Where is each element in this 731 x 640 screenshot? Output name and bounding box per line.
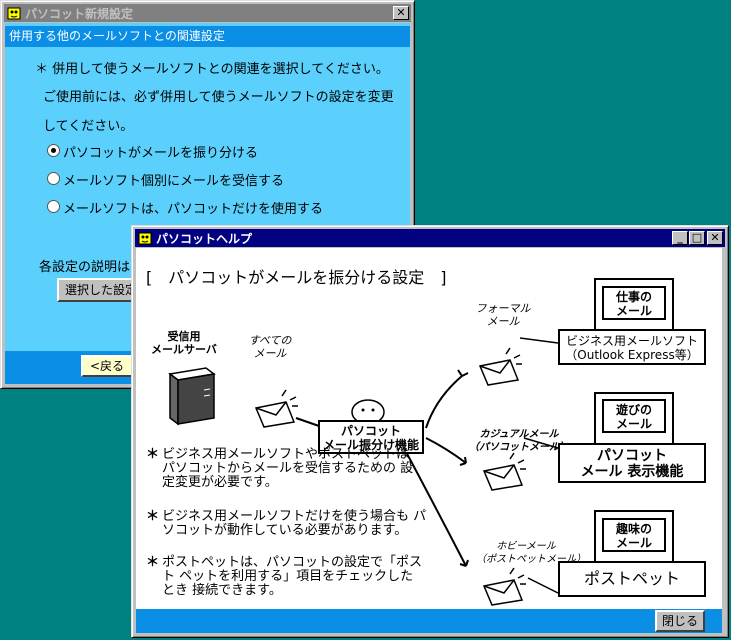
- envelope-icon: [254, 389, 298, 428]
- help-content: [ パソコットがメールを振分ける設定 ] 受信用 メールサーバ すべての メール…: [136, 248, 722, 633]
- business-mail-software-box: ビジネス用メールソフト （Outlook Express等）: [558, 329, 706, 365]
- postpet-box: ポストペット: [558, 561, 706, 597]
- work-mail-tag: 仕事の メール: [602, 286, 666, 320]
- instruction-line-1: ＊ 併用して使うメールソフトとの関連を選択してください。: [35, 62, 389, 77]
- all-mail-label: すべての メール: [248, 334, 292, 360]
- maximize-icon[interactable]: □: [689, 231, 705, 245]
- envelope-icon: [482, 452, 526, 491]
- radio-pasokot-only[interactable]: [47, 200, 60, 213]
- formal-mail-label: フォーマル メール: [475, 302, 531, 328]
- radio-individual-receive[interactable]: [47, 172, 60, 185]
- envelope-icon: [478, 347, 522, 386]
- note-1: ＊ ビジネス用メールソフトやポストペットは パソコットからメールを受信するための…: [146, 447, 414, 490]
- help-titlebar[interactable]: パソコットヘルプ _ □ ✕: [135, 229, 725, 247]
- hobby-mail-tag: 趣味の メール: [602, 518, 666, 552]
- minimize-icon[interactable]: _: [672, 231, 688, 245]
- mail-server-icon: [168, 367, 216, 426]
- instruction-line-3: してください。: [43, 119, 134, 134]
- settings-window-title: パソコット新規設定: [25, 6, 134, 21]
- option-label-3[interactable]: メールソフトは、パソコットだけを使用する: [63, 198, 323, 217]
- explain-text: 各設定の説明は、: [39, 260, 144, 275]
- play-mail-tag: 遊びの メール: [602, 399, 666, 433]
- back-button[interactable]: <戻る: [81, 355, 133, 377]
- envelope-icon: [482, 567, 526, 606]
- settings-titlebar[interactable]: パソコット新規設定 ✕: [4, 4, 411, 22]
- instruction-line-2: ご使用前には、必ず併用して使うメールソフトの設定を変更: [43, 90, 394, 105]
- note-3: ＊ ポストペットは、パソコットの設定で「ポスト ペットを利用する」項目をチェック…: [146, 555, 423, 598]
- settings-subheader: 併用する他のメールソフトとの関連設定: [5, 26, 410, 47]
- close-help-button[interactable]: 閉じる: [655, 610, 705, 632]
- radio-pasokot-sorts[interactable]: [47, 144, 60, 157]
- pasokot-display-box: パソコット メール 表示機能: [558, 443, 706, 483]
- server-label: 受信用 メールサーバ: [151, 330, 217, 356]
- pasokot-app-icon: [7, 7, 21, 20]
- option-label-2[interactable]: メールソフト個別にメールを受信する: [63, 170, 284, 189]
- close-icon[interactable]: ✕: [393, 6, 409, 20]
- help-window: パソコットヘルプ _ □ ✕ [ パソコットがメールを振分ける設定 ] 受信用 …: [131, 225, 729, 638]
- note-2: ＊ ビジネス用メールソフトだけを使う場合も パソコットが動作している必要がありま…: [146, 509, 427, 538]
- pasokot-app-icon: [138, 232, 152, 245]
- help-window-title: パソコットヘルプ: [156, 231, 253, 246]
- close-icon[interactable]: ✕: [707, 231, 723, 245]
- option-label-1[interactable]: パソコットがメールを振り分ける: [63, 142, 258, 161]
- help-footer: [136, 609, 722, 633]
